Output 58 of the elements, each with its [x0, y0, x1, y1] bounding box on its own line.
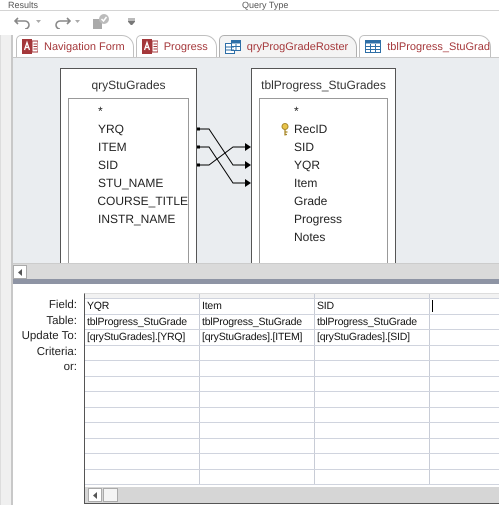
grid-cell[interactable]: YQR	[85, 299, 200, 314]
field-name[interactable]: INSTR_NAME	[98, 212, 176, 226]
join-line[interactable]	[196, 146, 251, 187]
field-name[interactable]: Progress	[294, 212, 342, 226]
grid-cell[interactable]: [qryStuGrades].[SID]	[315, 330, 430, 344]
text-cursor	[432, 300, 433, 312]
scroll-thumb[interactable]	[103, 488, 118, 502]
row-label: Update To:	[20, 329, 78, 344]
form-icon	[22, 39, 38, 54]
grid-cell[interactable]: [qryStuGrades].[ITEM]	[200, 330, 315, 344]
grid-cell[interactable]: SID	[315, 299, 430, 314]
grid-cell[interactable]: tblProgress_StuGrade	[85, 314, 200, 329]
ribbon-group-label: Results	[8, 0, 40, 10]
document-tab[interactable]: Navigation Form	[16, 35, 134, 57]
dropdown-icon[interactable]	[36, 20, 41, 24]
field-name[interactable]: ITEM	[98, 140, 127, 154]
field-name[interactable]: *	[294, 104, 299, 118]
field-name[interactable]: Grade	[294, 194, 328, 208]
grid-cell[interactable]: Item	[200, 299, 315, 314]
row-label: Table:	[45, 314, 78, 328]
query-icon	[224, 40, 241, 54]
table-icon	[365, 40, 382, 53]
field-name[interactable]: *	[98, 104, 103, 118]
field-name[interactable]: YQR	[294, 158, 320, 172]
field-name[interactable]: SID	[98, 158, 118, 172]
field-name[interactable]: STU_NAME	[98, 176, 164, 190]
horizontal-scrollbar[interactable]	[13, 263, 499, 279]
undo-icon[interactable]	[14, 14, 32, 28]
field-name[interactable]: SID	[294, 140, 314, 154]
row-label: or:	[62, 360, 78, 375]
field-name[interactable]: YRQ	[98, 122, 124, 136]
grid-cell[interactable]: tblProgress_StuGrade	[315, 314, 430, 329]
field-name[interactable]: COURSE_TITLE	[97, 194, 188, 208]
grid-cell[interactable]: tblProgress_StuGrade	[200, 314, 315, 329]
field-name[interactable]: Item	[294, 176, 318, 190]
grid-cell[interactable]: [qryStuGrades].[YRQ]	[85, 330, 200, 344]
field-name[interactable]: RecID	[294, 122, 328, 136]
dropdown-icon[interactable]	[75, 20, 80, 24]
scroll-left-button[interactable]	[88, 488, 102, 502]
customize-toolbar-icon[interactable]	[128, 18, 135, 25]
join-line[interactable]	[196, 128, 251, 169]
field-list-title: tblProgress_StuGrades	[260, 77, 387, 94]
redo-icon[interactable]	[53, 14, 71, 28]
form-icon	[142, 39, 158, 54]
scroll-left-button[interactable]	[13, 265, 27, 279]
left-arrow-icon	[18, 268, 22, 276]
row-label: Criteria:	[36, 344, 78, 360]
horizontal-scrollbar[interactable]	[85, 487, 499, 503]
document-tab[interactable]: Progress	[136, 35, 217, 57]
field-list-title: qryStuGrades	[90, 77, 167, 94]
ribbon-group-label: Query Type	[242, 0, 288, 10]
row-label: Field:	[48, 298, 78, 313]
document-tab[interactable]: qryProgGradeRoster	[218, 35, 358, 57]
database-check-icon[interactable]	[92, 13, 110, 30]
field-name[interactable]: Notes	[294, 230, 326, 244]
document-tab[interactable]: tblProgress_StuGrad	[359, 35, 491, 57]
left-arrow-icon	[93, 492, 97, 498]
join-line[interactable]	[196, 143, 251, 166]
